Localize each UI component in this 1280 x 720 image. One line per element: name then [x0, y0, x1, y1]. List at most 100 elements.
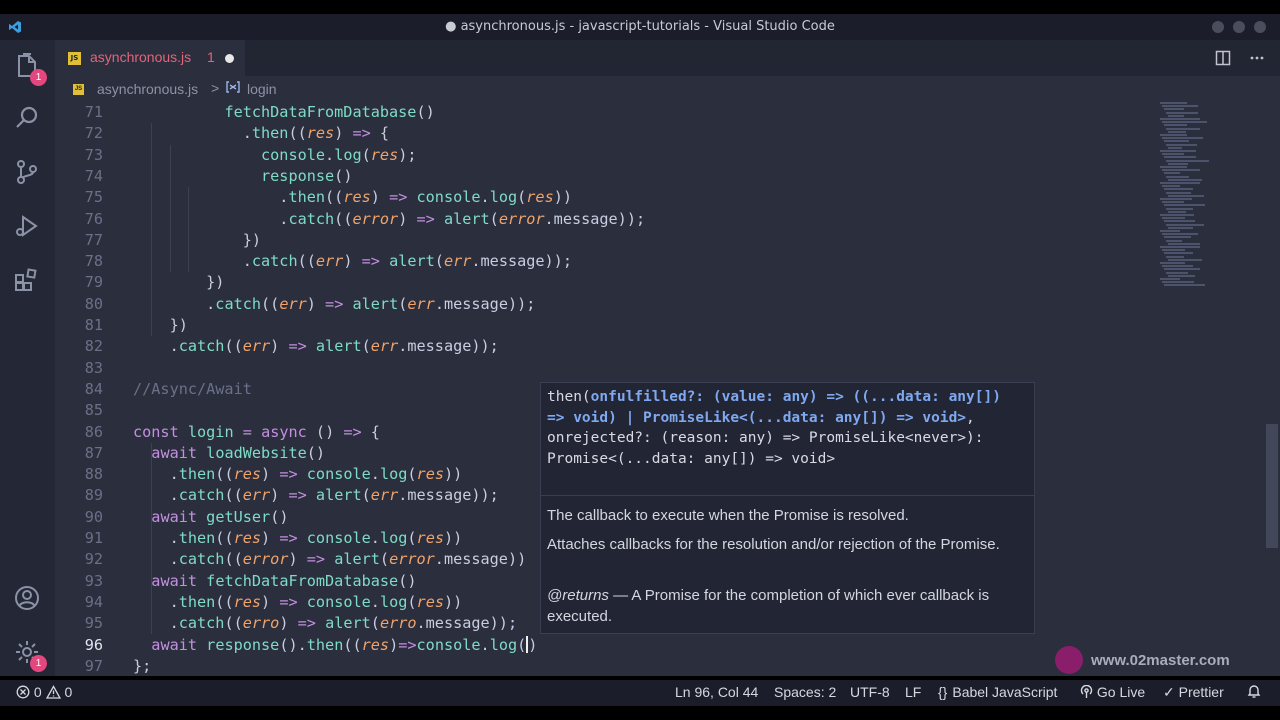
- encoding[interactable]: UTF-8: [850, 684, 890, 700]
- minimap-line: [1168, 178, 1203, 181]
- code-text[interactable]: const login = async () => {: [133, 422, 380, 443]
- returns-tag: @returns: [547, 587, 609, 604]
- code-text[interactable]: .then((res) => console.log(res)): [133, 187, 572, 208]
- code-text[interactable]: .catch((err) => alert(err.message));: [133, 336, 499, 357]
- code-text[interactable]: }): [133, 315, 188, 336]
- code-line[interactable]: 80 .catch((err) => alert(err.message));: [55, 294, 1155, 315]
- minimap-line: [1160, 198, 1193, 200]
- breadcrumb: JS asynchronous.js > login: [55, 76, 1280, 102]
- minimap-line: [1160, 182, 1200, 184]
- notifications-bell-icon[interactable]: [1247, 684, 1261, 700]
- minimap-line: [1162, 281, 1195, 284]
- tab-asynchronous-js[interactable]: JS asynchronous.js 1: [55, 40, 245, 76]
- prettier-status[interactable]: ✓ Prettier: [1163, 684, 1224, 701]
- code-line[interactable]: 75 .then((res) => console.log(res)): [55, 187, 1155, 208]
- error-icon: [16, 685, 30, 699]
- code-line[interactable]: 71 fetchDataFromDatabase(): [55, 102, 1155, 123]
- code-line[interactable]: 77 }): [55, 230, 1155, 251]
- code-text[interactable]: await getUser(): [133, 507, 288, 528]
- source-control-icon[interactable]: [13, 158, 41, 186]
- minimap-line: [1164, 268, 1200, 271]
- code-text[interactable]: .catch((err) => alert(err.message));: [133, 294, 535, 315]
- language-mode[interactable]: {} Babel JavaScript: [938, 684, 1057, 700]
- code-line[interactable]: 96 await response().then((res)=>console.…: [55, 635, 1155, 656]
- code-text[interactable]: }): [133, 272, 224, 293]
- tab-label: asynchronous.js: [90, 49, 192, 65]
- minimap-line: [1166, 223, 1204, 226]
- settings-gear-icon[interactable]: 1: [13, 638, 47, 672]
- code-line[interactable]: 74 response(): [55, 166, 1155, 187]
- breadcrumb-symbol[interactable]: login: [247, 81, 277, 97]
- maximize-button[interactable]: [1233, 21, 1245, 33]
- minimap-line: [1168, 162, 1188, 165]
- code-text[interactable]: fetchDataFromDatabase(): [133, 102, 434, 123]
- indent-guide: [151, 442, 153, 635]
- code-line[interactable]: 73 console.log(res);: [55, 145, 1155, 166]
- code-text[interactable]: .catch((err) => alert(err.message));: [133, 485, 499, 506]
- minimap-line: [1168, 258, 1203, 261]
- code-text[interactable]: await fetchDataFromDatabase(): [133, 571, 416, 592]
- run-debug-icon[interactable]: [13, 212, 41, 240]
- line-number: 90: [84, 507, 103, 526]
- code-text[interactable]: .then((res) => {: [133, 123, 389, 144]
- minimap-line: [1164, 220, 1195, 223]
- minimap-line: [1164, 284, 1206, 287]
- code-line[interactable]: 72 .then((res) => {: [55, 123, 1155, 144]
- code-text[interactable]: await response().then((res)=>console.log…: [133, 635, 537, 656]
- more-actions-icon[interactable]: [1248, 50, 1266, 68]
- code-text[interactable]: .then((res) => console.log(res)): [133, 528, 463, 549]
- indentation[interactable]: Spaces: 2: [774, 684, 836, 700]
- code-text[interactable]: .then((res) => console.log(res)): [133, 592, 463, 613]
- explorer-icon[interactable]: 1: [13, 52, 47, 86]
- breadcrumb-file[interactable]: asynchronous.js: [97, 81, 198, 97]
- status-bar: 0 0 Ln 96, Col 44 Spaces: 2 UTF-8 LF {} B…: [0, 680, 1280, 706]
- code-text[interactable]: //Async/Await: [133, 379, 252, 400]
- code-text[interactable]: };: [133, 656, 151, 676]
- code-text[interactable]: .catch((error) => alert(error.message));: [133, 209, 645, 230]
- code-line[interactable]: 83: [55, 358, 1155, 379]
- code-text[interactable]: .catch((err) => alert(err.message));: [133, 251, 572, 272]
- cursor-position[interactable]: Ln 96, Col 44: [675, 684, 758, 700]
- code-line[interactable]: 78 .catch((err) => alert(err.message));: [55, 251, 1155, 272]
- minimap-line: [1166, 255, 1184, 258]
- line-number: 78: [84, 252, 103, 271]
- line-number: 73: [84, 145, 103, 164]
- code-text[interactable]: .catch((error) => alert(error.message)): [133, 549, 527, 570]
- unsaved-dot-icon[interactable]: [225, 54, 234, 63]
- split-editor-icon[interactable]: [1214, 50, 1232, 68]
- minimap-line: [1164, 252, 1193, 255]
- hover-summary-doc: Attaches callbacks for the resolution an…: [547, 536, 1000, 553]
- close-button[interactable]: [1254, 21, 1266, 33]
- broadcast-icon: [1080, 684, 1093, 698]
- line-number: 85: [84, 401, 103, 420]
- vertical-scrollbar[interactable]: [1264, 102, 1278, 676]
- minimap[interactable]: [1160, 102, 1230, 302]
- minimap-line: [1160, 262, 1186, 264]
- problems-status[interactable]: 0 0: [16, 684, 72, 700]
- go-live-button[interactable]: Go Live: [1080, 684, 1145, 700]
- code-line[interactable]: 79 }): [55, 272, 1155, 293]
- end-of-line[interactable]: LF: [905, 684, 921, 700]
- search-icon[interactable]: [13, 104, 41, 132]
- minimap-line: [1166, 143, 1197, 146]
- line-number: 89: [84, 486, 103, 505]
- minimap-line: [1168, 242, 1201, 245]
- extensions-icon[interactable]: [13, 266, 41, 294]
- minimize-button[interactable]: [1212, 21, 1224, 33]
- code-line[interactable]: 82 .catch((err) => alert(err.message));: [55, 336, 1155, 357]
- code-text[interactable]: .then((res) => console.log(res)): [133, 464, 463, 485]
- code-text[interactable]: .catch((erro) => alert(erro.message));: [133, 613, 518, 634]
- minimap-line: [1166, 207, 1193, 210]
- accounts-icon[interactable]: [13, 584, 41, 612]
- code-text[interactable]: response(): [133, 166, 352, 187]
- code-text[interactable]: console.log(res);: [133, 145, 417, 166]
- line-number: 75: [84, 188, 103, 207]
- code-line[interactable]: 81 }): [55, 315, 1155, 336]
- line-number: 79: [84, 273, 103, 292]
- minimap-line: [1162, 169, 1200, 172]
- line-number: 76: [84, 209, 103, 228]
- scrollbar-thumb[interactable]: [1266, 424, 1278, 548]
- code-line[interactable]: 76 .catch((error) => alert(error.message…: [55, 209, 1155, 230]
- code-text[interactable]: await loadWebsite(): [133, 443, 325, 464]
- code-line[interactable]: 97};: [55, 656, 1155, 676]
